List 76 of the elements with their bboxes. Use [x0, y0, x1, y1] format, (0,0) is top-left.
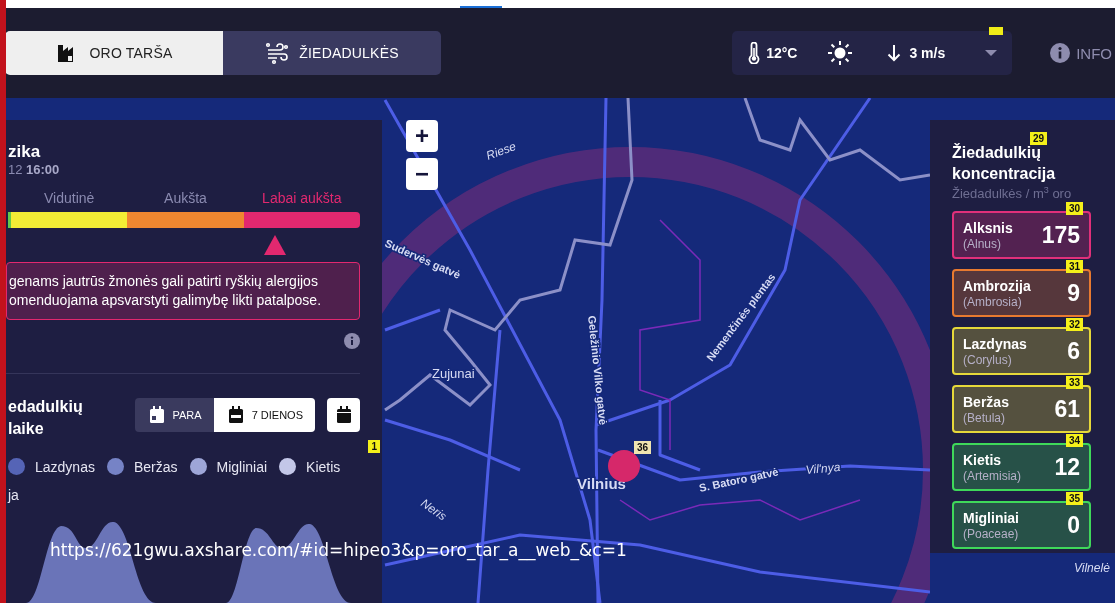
note-badge: 34	[1065, 434, 1083, 448]
risk-level-label: Labai aukšta	[261, 190, 343, 206]
note-badge: 29	[1030, 132, 1048, 145]
risk-level-label: Vidutinė	[43, 190, 96, 206]
info-link[interactable]: INFO	[1050, 43, 1112, 63]
note-badge: 33	[1065, 376, 1083, 390]
zoom-out-button[interactable]: −	[406, 158, 438, 190]
map-label: Vilnelė	[1074, 561, 1110, 575]
legend-label: Lazdynas	[35, 458, 95, 475]
pollen-value: 9	[1067, 279, 1080, 307]
date-text: 12 16:00	[8, 162, 61, 178]
url-text: https://621gwu.axshare.com/#id=hipeo3&p=oro_tar_a__web_&c=1	[50, 540, 627, 560]
legend-label: Migliniai	[216, 458, 268, 475]
pollen-name: Alksnis	[963, 218, 1013, 237]
note-badge: 31	[1065, 260, 1083, 274]
pollen-card[interactable]: Lazdynas (Corylus) 6	[952, 327, 1091, 376]
legend-label: Beržas	[133, 458, 178, 475]
latin-name: (Artemisia)	[963, 468, 1021, 484]
note-badge: 32	[1065, 318, 1083, 332]
latin-name: (Alnus)	[963, 236, 1002, 252]
warning-message: genams jautrūs žmonės gali patirti ryškių alergijos omenduojama apsvarstyti galimybę likti patalpose.	[6, 262, 360, 320]
pollen-card[interactable]: Kietis (Artemisia) 12	[952, 443, 1091, 492]
pollen-value: 61	[1054, 395, 1080, 423]
map-label: Zujunai	[432, 366, 475, 381]
latin-name: (Betula)	[963, 410, 1007, 426]
mode-tab[interactable]: ORO TARŠA	[5, 31, 223, 75]
note-badge: 1	[368, 440, 380, 453]
info-icon[interactable]	[344, 333, 360, 349]
zoom-in-button[interactable]: +	[406, 120, 438, 152]
risk-level-label: Aukšta	[163, 190, 208, 206]
location-title: zika	[8, 142, 42, 162]
note-badge: 35	[1065, 492, 1083, 506]
strip-marker	[460, 6, 502, 8]
calendar-icon	[335, 406, 352, 424]
period-tab[interactable]: PARA	[134, 398, 214, 432]
info-icon	[1050, 43, 1071, 63]
map-label: Vil'nya	[805, 460, 841, 477]
pollen-value: 12	[1054, 453, 1080, 481]
panel-title: Žiedadulkių koncentracija	[952, 144, 1056, 182]
calendar-icon	[227, 406, 244, 424]
sun-icon	[827, 40, 854, 66]
pollen-name: Ambrozija	[963, 276, 1031, 295]
calendar-icon	[148, 406, 165, 424]
pollen-card[interactable]: Beržas (Betula) 61	[952, 385, 1091, 434]
pollen-value: 0	[1067, 511, 1080, 539]
pollen-value: 6	[1067, 337, 1080, 365]
section-title: edadulkių laike	[8, 397, 83, 439]
wind-icon	[265, 41, 290, 65]
note-marker	[989, 27, 1004, 35]
note-badge: 36	[634, 441, 652, 454]
map-label: Geležinio Vilko gatvė	[586, 314, 610, 426]
legend-label: Kietis	[306, 458, 341, 475]
pollen-card[interactable]: Alksnis (Alnus) 175	[952, 211, 1091, 260]
temperature-value: 12°C	[766, 45, 798, 61]
pollen-name: Kietis	[963, 450, 1003, 469]
mode-tab[interactable]: ŽIEDADULKĖS	[223, 31, 441, 75]
map-label: Riese	[484, 139, 518, 163]
period-tab[interactable]: 7 DIENOS	[213, 398, 315, 432]
pollen-value: 175	[1041, 221, 1080, 249]
unit-label: Žiedadulkės / m$^{3}$ oro	[952, 185, 1073, 202]
note-badge: 30	[1065, 202, 1083, 216]
latin-name: (Ambrosia)	[963, 294, 1023, 310]
pollen-name: Beržas	[963, 392, 1009, 411]
legend-label: ja	[8, 487, 19, 503]
pollen-card[interactable]: Migliniai (Poaceae) 0	[952, 501, 1091, 550]
pollen-name: Migliniai	[963, 508, 1019, 527]
calendar-button[interactable]	[327, 398, 360, 432]
pollen-name: Lazdynas	[963, 334, 1027, 353]
arrow-down-icon	[887, 44, 902, 62]
thermometer-icon	[748, 42, 761, 64]
latin-name: (Corylus)	[963, 352, 1013, 368]
caret-icon[interactable]	[984, 49, 999, 57]
pollen-card[interactable]: Ambrozija (Ambrosia) 9	[952, 269, 1091, 318]
wind-value: 3 m/s	[909, 45, 946, 61]
map-label: S. Batoro gatvė	[697, 465, 780, 494]
latin-name: (Poaceae)	[963, 526, 1019, 542]
